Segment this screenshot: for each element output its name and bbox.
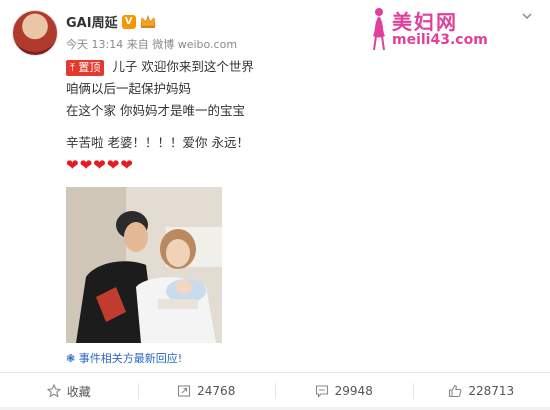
user-name-row: GAI周延 V (66, 12, 156, 31)
verified-badge-icon: V (121, 14, 136, 29)
event-link[interactable]: ❃ 事件相关方最新回应! (66, 350, 182, 366)
post-time: 今天 13:14 (66, 38, 124, 51)
watermark-logo: 美妇网 meili43.com (364, 4, 504, 54)
post-photo[interactable] (66, 187, 222, 343)
chevron-down-icon[interactable] (520, 8, 534, 22)
post-meta: 今天 13:14 来自 微博 weibo.com (66, 36, 237, 52)
post-line-2: 咱俩以后一起保护妈妈 (66, 81, 192, 96)
post-line-4: 辛苦啦 老婆！！！！爱你 永远！ (66, 135, 249, 150)
repost-button[interactable]: 24768 (137, 374, 276, 408)
repost-icon (178, 385, 191, 397)
watermark-figure-icon (373, 8, 385, 51)
comment-button[interactable]: 29948 (275, 374, 413, 408)
star-icon (46, 384, 61, 398)
pin-badge: ⤒ 置顶 (66, 60, 105, 76)
thumbs-up-icon (449, 384, 462, 398)
divider (0, 372, 550, 373)
avatar[interactable] (12, 10, 58, 56)
comment-icon (315, 385, 328, 398)
post-line-3: 在这个家 你妈妈才是唯一的宝宝 (66, 103, 245, 118)
sparkle-icon: ❃ (66, 352, 76, 365)
watermark-url: meili43.com (392, 32, 488, 48)
crown-icon (140, 14, 156, 29)
favorite-button[interactable]: 收藏 (0, 374, 138, 408)
source-prefix: 来自 (126, 38, 149, 51)
action-bar: 收藏 24768 29948 228713 (0, 374, 550, 408)
user-name[interactable]: GAI周延 (66, 12, 118, 31)
pin-icon: ⤒ (70, 61, 75, 74)
post-line-1: ⤒ 置顶 儿子 欢迎你来到这个世界 (66, 56, 254, 78)
post-source[interactable]: 微博 weibo.com (152, 38, 237, 51)
post-content: ⤒ 置顶 儿子 欢迎你来到这个世界 咱俩以后一起保护妈妈 在这个家 你妈妈才是唯… (66, 56, 254, 176)
watermark-title: 美妇网 (392, 10, 458, 34)
weibo-post-card: GAI周延 V 今天 13:14 来自 微博 weibo.com 美妇网 mei… (0, 0, 550, 410)
like-button[interactable]: 228713 (412, 374, 550, 408)
hearts-emoji: ❤❤❤❤❤ (66, 156, 134, 174)
